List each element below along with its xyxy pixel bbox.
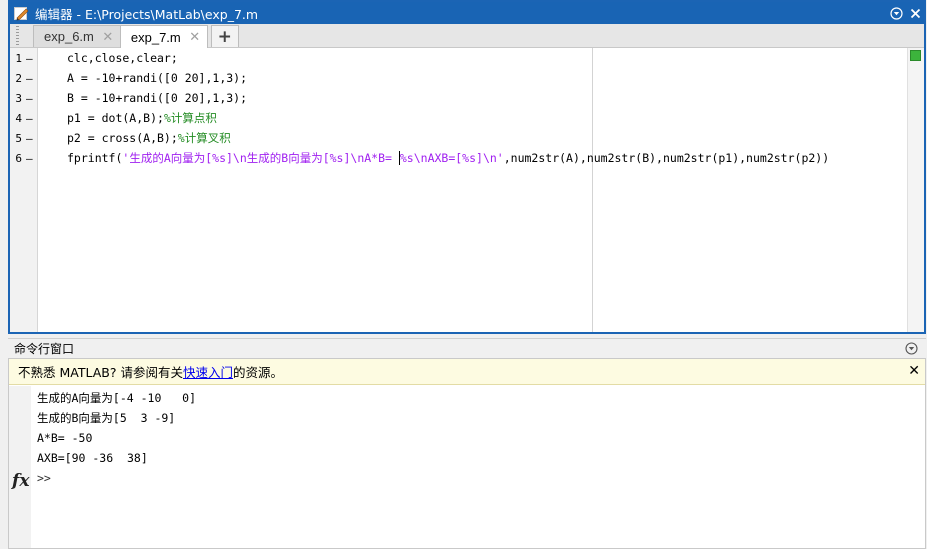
code-comment: %计算叉积 <box>177 131 231 145</box>
output-line: A*B= -50 <box>37 431 93 445</box>
line-gutter-row: 2– <box>10 68 42 88</box>
breakpoint-marker[interactable]: – <box>26 152 42 165</box>
line-gutter-row: 1– <box>10 48 42 68</box>
editor-window: 编辑器 - E:\Projects\MatLab\exp_7.m exp_6.m… <box>8 0 926 334</box>
line-number: 6 <box>15 151 22 165</box>
editor-vertical-scrollbar[interactable] <box>907 48 924 332</box>
command-output-area[interactable]: fx 生成的A向量为[-4 -10 0] 生成的B向量为[5 3 -9] A*B… <box>9 386 925 548</box>
breakpoint-marker[interactable]: – <box>26 112 42 125</box>
getting-started-link[interactable]: 快速入门 <box>183 362 233 381</box>
command-window-title: 命令行窗口 <box>14 342 75 356</box>
fx-gutter <box>9 386 31 548</box>
code-string: %s\nAXB=[%s]\n' <box>399 151 504 165</box>
getting-started-notice: 不熟悉 MATLAB? 请参阅有关 快速入门 的资源。 ✕ <box>9 359 925 385</box>
editor-close-icon[interactable] <box>906 4 924 22</box>
line-gutter-row: 6– <box>10 148 42 168</box>
line-gutter-row: 5– <box>10 128 42 148</box>
right-margin-line <box>592 48 593 332</box>
notice-text: 不熟悉 MATLAB? 请参阅有关 <box>18 365 183 380</box>
editor-title: 编辑器 - E:\Projects\MatLab\exp_7.m <box>35 6 259 22</box>
breakpoint-marker[interactable]: – <box>26 132 42 145</box>
tab-label: exp_7.m <box>130 29 181 45</box>
output-line: 生成的A向量为[-4 -10 0] <box>37 391 197 405</box>
tab-close-icon[interactable]: ✕ <box>189 29 201 45</box>
code-comment: %计算点积 <box>163 111 217 125</box>
code-line[interactable]: clc,close,clear; <box>67 48 178 68</box>
breakpoint-marker[interactable]: – <box>26 72 42 85</box>
editor-titlebar: 编辑器 - E:\Projects\MatLab\exp_7.m <box>10 2 924 24</box>
line-number: 5 <box>15 131 22 145</box>
command-window-menu-chevron-icon[interactable] <box>902 340 920 358</box>
code-editor[interactable]: 1– clc,close,clear; 2– A = -10+randi([0 … <box>10 48 924 332</box>
tab-close-icon[interactable]: ✕ <box>102 29 114 45</box>
function-browser-icon[interactable]: fx <box>12 471 29 491</box>
line-number: 2 <box>15 71 22 85</box>
editor-app-icon <box>14 6 29 21</box>
left-panel-edge <box>0 0 8 549</box>
code-string: '生成的A向量为[%s]\n生成的B向量为[%s]\nA*B= <box>122 151 399 165</box>
code-line[interactable]: p1 = dot(A,B); %计算点积 <box>67 108 217 128</box>
tab-exp-7[interactable]: exp_7.m ✕ <box>119 25 208 48</box>
line-gutter-row: 4– <box>10 108 42 128</box>
code-text: A = -10+randi([0 20],1,3); <box>67 71 248 85</box>
code-line[interactable]: fprintf('生成的A向量为[%s]\n生成的B向量为[%s]\nA*B= … <box>67 148 829 168</box>
output-line: 生成的B向量为[5 3 -9] <box>37 411 176 425</box>
tab-exp-6[interactable]: exp_6.m ✕ <box>33 25 121 47</box>
line-number: 4 <box>15 111 22 125</box>
command-window-header: 命令行窗口 <box>8 338 926 358</box>
tabbar-grip-icon[interactable] <box>16 25 19 46</box>
add-tab-button[interactable]: + <box>210 25 239 47</box>
breakpoint-marker[interactable]: – <box>26 52 42 65</box>
code-text: clc,close,clear; <box>67 51 178 65</box>
code-text: p1 = dot(A,B); <box>67 111 164 125</box>
code-line[interactable]: p2 = cross(A,B); %计算叉积 <box>67 128 231 148</box>
code-analyzer-status-icon[interactable] <box>910 50 921 61</box>
line-gutter-row: 3– <box>10 88 42 108</box>
code-line[interactable]: B = -10+randi([0 20],1,3); <box>67 88 247 108</box>
notice-text: 的资源。 <box>232 365 283 380</box>
command-window[interactable]: 不熟悉 MATLAB? 请参阅有关 快速入门 的资源。 ✕ fx 生成的A向量为[-… <box>8 358 926 549</box>
editor-tabbar: exp_6.m ✕ exp_7.m ✕ + <box>10 24 924 48</box>
command-prompt[interactable]: >> <box>37 468 51 488</box>
editor-menu-chevron-icon[interactable] <box>887 4 905 22</box>
code-text: B = -10+randi([0 20],1,3); <box>67 91 248 105</box>
code-line[interactable]: A = -10+randi([0 20],1,3); <box>67 68 247 88</box>
code-text: fprintf( <box>67 151 123 165</box>
code-text: p2 = cross(A,B); <box>67 131 178 145</box>
line-number: 1 <box>15 51 22 65</box>
code-text: ,num2str(A),num2str(B),num2str(p1),num2s… <box>503 151 830 165</box>
notice-close-icon[interactable]: ✕ <box>908 363 920 379</box>
breakpoint-marker[interactable]: – <box>26 92 42 105</box>
line-number: 3 <box>15 91 22 105</box>
output-line: AXB=[90 -36 38] <box>37 451 148 465</box>
tab-label: exp_6.m <box>44 29 94 44</box>
